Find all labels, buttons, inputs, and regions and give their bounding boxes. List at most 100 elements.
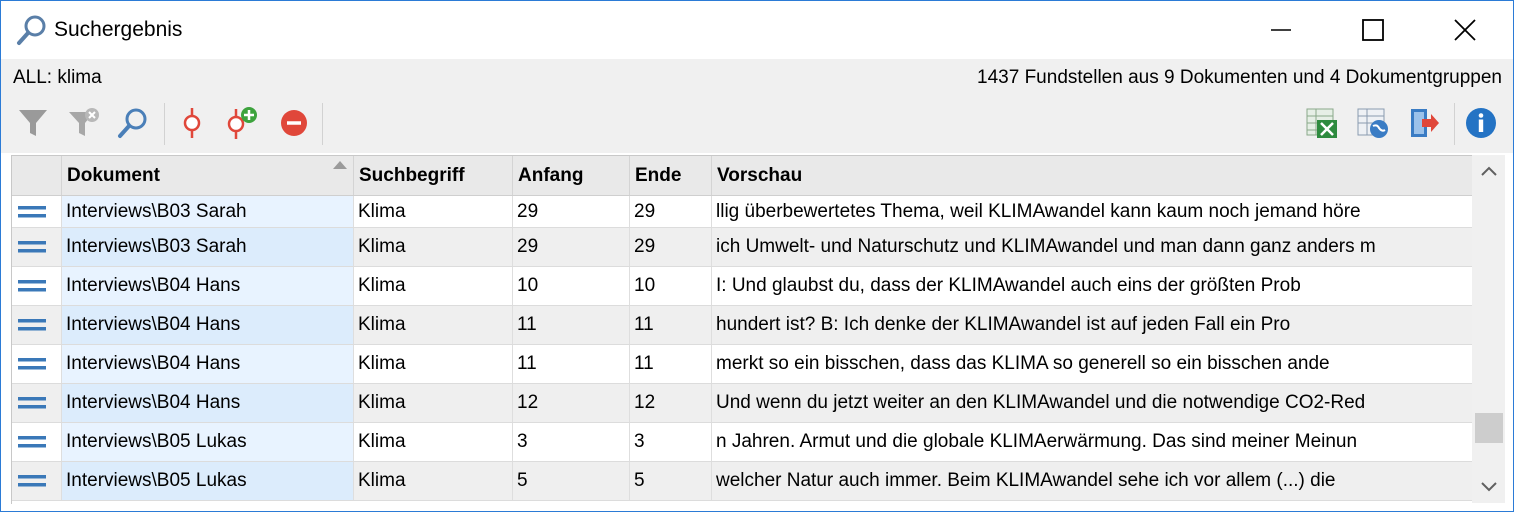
- row-handle[interactable]: [12, 228, 62, 266]
- cell-suchbegriff[interactable]: Klima: [354, 267, 513, 305]
- maximize-button[interactable]: [1327, 1, 1419, 59]
- row-handle[interactable]: [12, 306, 62, 344]
- cell-anfang[interactable]: 10: [513, 267, 630, 305]
- cell-vorschau[interactable]: hundert ist? B: Ich denke der KLIMAwande…: [712, 306, 1472, 344]
- code-button[interactable]: [174, 105, 210, 141]
- chevron-down-icon: [1480, 482, 1497, 492]
- cell-dokument[interactable]: Interviews\B04 Hans: [62, 306, 354, 344]
- cell-anfang[interactable]: 29: [513, 196, 630, 227]
- toolbar-separator: [322, 103, 323, 145]
- add-code-button[interactable]: [223, 105, 259, 141]
- cell-anfang[interactable]: 29: [513, 228, 630, 266]
- table-row[interactable]: Interviews\B03 Sarah Klima 29 29 ich Umwelt-…: [12, 228, 1472, 267]
- row-handle-icon: [18, 475, 46, 487]
- row-handle-icon: [18, 358, 46, 370]
- cell-ende[interactable]: 29: [630, 228, 712, 266]
- web-export-button[interactable]: [1355, 105, 1391, 141]
- search-button[interactable]: [115, 105, 151, 141]
- cell-ende[interactable]: 11: [630, 345, 712, 383]
- cell-ende[interactable]: 10: [630, 267, 712, 305]
- cell-dokument[interactable]: Interviews\B03 Sarah: [62, 228, 354, 266]
- cell-suchbegriff[interactable]: Klima: [354, 423, 513, 461]
- row-handle[interactable]: [12, 384, 62, 422]
- cell-anfang[interactable]: 3: [513, 423, 630, 461]
- sort-ascending-icon: [333, 161, 347, 169]
- row-handle[interactable]: [12, 267, 62, 305]
- table-row[interactable]: Interviews\B05 Lukas Klima 5 5 welcher Natur…: [12, 462, 1472, 501]
- cell-ende[interactable]: 5: [630, 462, 712, 500]
- table-row[interactable]: Interviews\B05 Lukas Klima 3 3 n Jahren. Arm…: [12, 423, 1472, 462]
- row-handle[interactable]: [12, 423, 62, 461]
- cell-anfang[interactable]: 5: [513, 462, 630, 500]
- row-handle[interactable]: [12, 345, 62, 383]
- cell-suchbegriff[interactable]: Klima: [354, 384, 513, 422]
- remove-filter-icon: [69, 108, 99, 136]
- cell-suchbegriff[interactable]: Klima: [354, 345, 513, 383]
- column-header-dokument[interactable]: Dokument: [62, 156, 354, 195]
- column-header-handle[interactable]: [12, 156, 62, 195]
- results-table[interactable]: Dokument Suchbegriff Anfang Ende Vorscha…: [11, 155, 1472, 504]
- cell-suchbegriff[interactable]: Klima: [354, 196, 513, 227]
- scroll-up-button[interactable]: [1472, 155, 1505, 187]
- web-export-icon: [1357, 108, 1388, 138]
- close-button[interactable]: [1419, 1, 1511, 59]
- cell-anfang[interactable]: 11: [513, 306, 630, 344]
- table-row[interactable]: Interviews\B04 Hans Klima 12 12 Und wenn du …: [12, 384, 1472, 423]
- cell-vorschau[interactable]: n Jahren. Armut und die globale KLIMAerw…: [712, 423, 1472, 461]
- scroll-thumb[interactable]: [1475, 413, 1503, 443]
- cell-suchbegriff[interactable]: Klima: [354, 306, 513, 344]
- vertical-scrollbar[interactable]: [1472, 155, 1505, 503]
- result-summary: 1437 Fundstellen aus 9 Dokumenten und 4 …: [977, 67, 1502, 88]
- row-handle-icon: [18, 397, 46, 409]
- scroll-down-button[interactable]: [1472, 471, 1505, 503]
- chevron-up-icon: [1480, 166, 1497, 176]
- cell-vorschau[interactable]: merkt so ein bisschen, dass das KLIMA so…: [712, 345, 1472, 383]
- column-header-vorschau[interactable]: Vorschau: [712, 156, 1472, 195]
- cell-dokument[interactable]: Interviews\B03 Sarah: [62, 196, 354, 227]
- cell-vorschau[interactable]: I: Und glaubst du, dass der KLIMAwandel …: [712, 267, 1472, 305]
- row-handle-icon: [18, 436, 46, 448]
- column-header-anfang[interactable]: Anfang: [513, 156, 630, 195]
- table-row[interactable]: Interviews\B04 Hans Klima 11 11 hundert ist?…: [12, 306, 1472, 345]
- search-icon: [118, 108, 147, 138]
- row-handle[interactable]: [12, 196, 62, 227]
- toolbar-separator: [164, 103, 165, 145]
- export-icon: [1411, 109, 1439, 137]
- search-result-window: Suchergebnis ALL: klima 1437 Fundstellen…: [0, 0, 1514, 512]
- cell-dokument[interactable]: Interviews\B04 Hans: [62, 384, 354, 422]
- cell-ende[interactable]: 12: [630, 384, 712, 422]
- cell-vorschau[interactable]: Und wenn du jetzt weiter an den KLIMAwan…: [712, 384, 1472, 422]
- cell-anfang[interactable]: 11: [513, 345, 630, 383]
- row-handle-icon: [18, 319, 46, 331]
- table-header: Dokument Suchbegriff Anfang Ende Vorscha…: [12, 156, 1472, 196]
- table-row[interactable]: Interviews\B04 Hans Klima 10 10 I: Und glaub…: [12, 267, 1472, 306]
- cell-anfang[interactable]: 12: [513, 384, 630, 422]
- info-bar: ALL: klima 1437 Fundstellen aus 9 Dokume…: [1, 59, 1513, 97]
- cell-ende[interactable]: 29: [630, 196, 712, 227]
- cell-vorschau[interactable]: llig überbewertetes Thema, weil KLIMAwan…: [712, 196, 1472, 227]
- info-button[interactable]: [1463, 105, 1499, 141]
- minimize-button[interactable]: [1235, 1, 1327, 59]
- cell-vorschau[interactable]: ich Umwelt- und Naturschutz und KLIMAwan…: [712, 228, 1472, 266]
- filter-button[interactable]: [15, 105, 51, 141]
- cell-dokument[interactable]: Interviews\B04 Hans: [62, 267, 354, 305]
- column-header-suchbegriff[interactable]: Suchbegriff: [354, 156, 513, 195]
- cell-dokument[interactable]: Interviews\B04 Hans: [62, 345, 354, 383]
- title-bar[interactable]: Suchergebnis: [1, 1, 1513, 59]
- remove-button[interactable]: [276, 105, 312, 141]
- excel-export-button[interactable]: [1304, 105, 1340, 141]
- column-header-ende[interactable]: Ende: [630, 156, 712, 195]
- row-handle[interactable]: [12, 462, 62, 500]
- column-header-label: Dokument: [67, 165, 160, 186]
- cell-ende[interactable]: 3: [630, 423, 712, 461]
- cell-vorschau[interactable]: welcher Natur auch immer. Beim KLIMAwand…: [712, 462, 1472, 500]
- cell-suchbegriff[interactable]: Klima: [354, 462, 513, 500]
- table-row[interactable]: Interviews\B04 Hans Klima 11 11 merkt so ein…: [12, 345, 1472, 384]
- table-row[interactable]: Interviews\B03 Sarah Klima 29 29 llig überbe…: [12, 196, 1472, 228]
- cell-suchbegriff[interactable]: Klima: [354, 228, 513, 266]
- export-button[interactable]: [1406, 105, 1442, 141]
- cell-dokument[interactable]: Interviews\B05 Lukas: [62, 423, 354, 461]
- cell-ende[interactable]: 11: [630, 306, 712, 344]
- cell-dokument[interactable]: Interviews\B05 Lukas: [62, 462, 354, 500]
- remove-filter-button[interactable]: [65, 105, 101, 141]
